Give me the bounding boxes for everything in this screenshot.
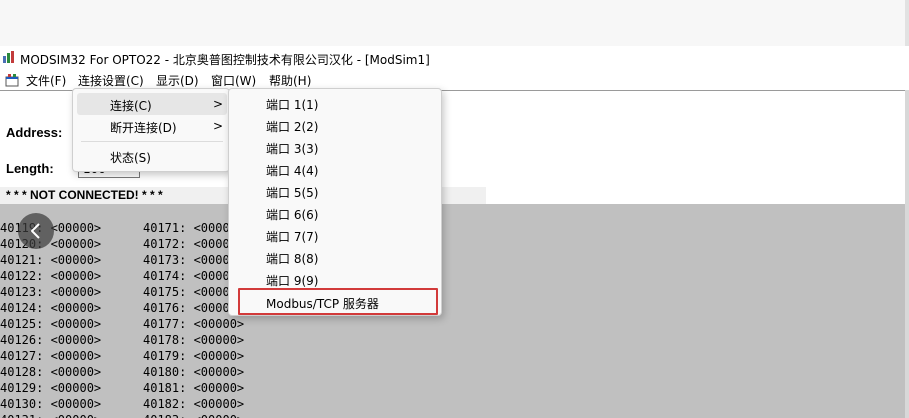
register-row: 40126: <00000> (0, 333, 102, 347)
register-row: 40183: <00000> (143, 412, 244, 418)
menu-bar: 文件(F) 连接设置(C) 显示(D) 窗口(W) 帮助(H) (0, 70, 909, 90)
menu-item-status[interactable]: 状态(S) (77, 145, 227, 167)
register-row: 40125: <00000> (0, 317, 102, 331)
port-label: 端口 2(2) (266, 120, 319, 134)
document-system-menu-icon[interactable] (4, 72, 20, 88)
register-row: 40127: <00000> (0, 349, 102, 363)
submenu-item-port-2[interactable]: 端口 2(2) (233, 114, 439, 136)
register-row: 40182: <00000> (143, 397, 245, 411)
menu-item-status-label: 状态(S) (110, 151, 151, 165)
port-label: 端口 3(3) (266, 142, 319, 156)
submenu-item-port-6[interactable]: 端口 6(6) (233, 202, 439, 224)
connection-settings-dropdown: 连接(C) > 断开连接(D) > 状态(S) (72, 88, 230, 172)
register-row: 40122: <00000> (0, 269, 102, 283)
menu-item-connect-label: 连接(C) (110, 99, 152, 113)
menu-display[interactable]: 显示(D) (156, 72, 199, 89)
submenu-item-port-9[interactable]: 端口 9(9) (233, 268, 439, 290)
register-row: 40128: <00000> (0, 365, 102, 379)
menu-separator (81, 141, 223, 142)
menu-connection-settings[interactable]: 连接设置(C) (78, 72, 144, 89)
port-label: 端口 6(6) (266, 208, 319, 222)
register-row: 40177: <00000> (143, 317, 245, 331)
modbus-tcp-server-label: Modbus/TCP 服务器 (266, 297, 379, 311)
register-display: 40119: <00000>40120: <00000>40121: <0000… (0, 204, 905, 418)
port-label: 端口 8(8) (266, 252, 319, 266)
port-label: 端口 9(9) (266, 274, 319, 288)
top-blank-area (0, 0, 909, 46)
chevron-left-icon (30, 223, 40, 239)
modsim-app-icon (3, 51, 14, 63)
register-row: 40178: <00000> (143, 333, 245, 347)
register-row: 40124: <00000> (0, 301, 102, 315)
submenu-item-port-1[interactable]: 端口 1(1) (233, 92, 439, 114)
menu-item-connect[interactable]: 连接(C) > (77, 93, 227, 115)
register-row: 40129: <00000> (0, 381, 102, 395)
register-row: 40180: <00000> (143, 365, 245, 379)
window-title: MODSIM32 For OPTO22 - 北京奥普图控制技术有限公司汉化 - … (20, 53, 430, 67)
menu-file[interactable]: 文件(F) (26, 72, 66, 89)
connect-port-submenu: 端口 1(1) 端口 2(2) 端口 3(3) 端口 4(4) 端口 5(5) … (228, 88, 442, 316)
menu-item-disconnect[interactable]: 断开连接(D) > (77, 115, 227, 137)
window-right-edge (905, 90, 909, 418)
submenu-item-port-3[interactable]: 端口 3(3) (233, 136, 439, 158)
address-label: Address: (6, 125, 63, 140)
overlay-back-button[interactable] (18, 213, 54, 249)
window-edge (905, 0, 909, 46)
register-row: 40123: <00000> (0, 285, 102, 299)
menu-window[interactable]: 窗口(W) (211, 72, 256, 89)
menu-item-disconnect-label: 断开连接(D) (110, 121, 177, 135)
register-row: 40131: <00000> (0, 412, 101, 418)
port-label: 端口 7(7) (266, 230, 319, 244)
submenu-item-modbus-tcp-server[interactable]: Modbus/TCP 服务器 (238, 288, 438, 315)
submenu-arrow-icon: > (213, 119, 224, 133)
register-row: 40130: <00000> (0, 397, 102, 411)
connection-status-text: * * * NOT CONNECTED! * * * (6, 188, 163, 202)
port-label: 端口 1(1) (266, 98, 319, 112)
port-label: 端口 4(4) (266, 164, 319, 178)
length-label: Length: (6, 161, 54, 176)
submenu-item-port-4[interactable]: 端口 4(4) (233, 158, 439, 180)
submenu-item-port-5[interactable]: 端口 5(5) (233, 180, 439, 202)
register-column-1: 40119: <00000>40120: <00000>40121: <0000… (0, 220, 101, 418)
port-label: 端口 5(5) (266, 186, 319, 200)
menu-help[interactable]: 帮助(H) (269, 72, 311, 89)
submenu-item-port-7[interactable]: 端口 7(7) (233, 224, 439, 246)
submenu-item-port-8[interactable]: 端口 8(8) (233, 246, 439, 268)
register-row: 40181: <00000> (143, 381, 245, 395)
submenu-arrow-icon: > (213, 97, 224, 111)
register-row: 40121: <00000> (0, 253, 102, 267)
title-bar: MODSIM32 For OPTO22 - 北京奥普图控制技术有限公司汉化 - … (0, 47, 909, 69)
register-row: 40179: <00000> (143, 349, 245, 363)
